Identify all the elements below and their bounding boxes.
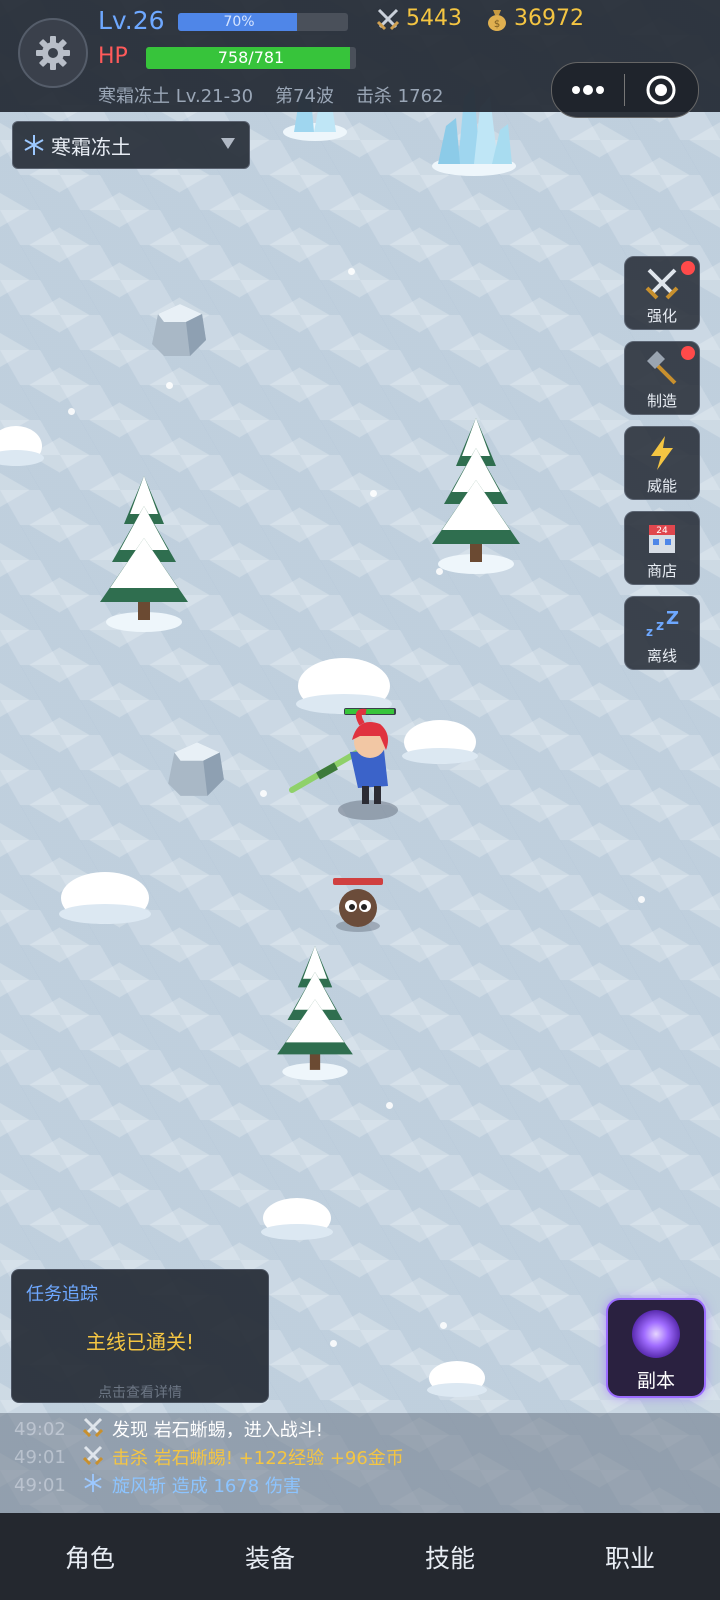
log-time: 49:02: [14, 1418, 66, 1440]
frozen-rock: [152, 304, 206, 356]
snowflake-icon: [24, 135, 44, 155]
log-line: 49:01 击杀 岩石蜥蜴! +122经验 +96金币: [0, 1443, 720, 1471]
gear-icon: [36, 36, 70, 70]
svg-text:24: 24: [656, 526, 668, 536]
swords-icon: [645, 268, 679, 300]
tab-equipment[interactable]: 装备: [180, 1513, 360, 1600]
xp-percent-text: 70%: [223, 14, 255, 30]
tab-character[interactable]: 角色: [0, 1513, 180, 1600]
craft-button[interactable]: 制造: [624, 341, 700, 415]
snow-mound: [261, 1198, 333, 1240]
quest-tracker-panel[interactable]: 任务追踪 主线已通关! 点击查看详情: [11, 1269, 269, 1403]
target-circle-icon: [646, 75, 676, 105]
quest-status-message: 主线已通关!: [85, 1330, 195, 1354]
offline-button[interactable]: z z Z 离线: [624, 596, 700, 670]
snow-mound: [59, 872, 151, 924]
log-time: 49:01: [14, 1446, 66, 1468]
hp-text: 758/781: [217, 48, 285, 67]
snowflake-particle: [348, 268, 355, 275]
player-level: Lv.26: [98, 6, 165, 35]
snowflake-icon: [80, 1473, 106, 1498]
snow-mound: [0, 426, 44, 466]
gold-stat: $ 36972: [486, 6, 584, 31]
hp-bar: 758/781: [146, 47, 356, 69]
power-icon-wrap: [625, 435, 699, 471]
snowflake-particle: [68, 408, 75, 415]
power-label: 威能: [646, 477, 677, 495]
kill-counter: 击杀 1762: [355, 86, 444, 107]
log-text: 旋风斩 造成 1678 伤害: [112, 1476, 301, 1497]
lightning-icon: [651, 436, 673, 470]
money-bag-icon: $: [488, 9, 506, 31]
snowy-pine-tree: [100, 476, 188, 632]
gold-value: 36972: [514, 6, 584, 31]
zone-name-level: 寒霜冻土 Lv.21-30: [98, 86, 254, 107]
zone-selector-label: 寒霜冻土: [51, 134, 131, 159]
shop-icon: 24: [649, 525, 675, 553]
notification-badge: [681, 261, 695, 275]
swords-icon: [80, 1445, 106, 1470]
snowflake-particle: [386, 1102, 393, 1109]
hero-character[interactable]: [288, 706, 408, 824]
snow-mound: [427, 1361, 487, 1397]
sleep-icon: z z Z: [646, 608, 679, 639]
svg-text:Z: Z: [666, 608, 679, 629]
offline-icon-wrap: z z Z: [625, 605, 699, 641]
svg-text:$: $: [494, 19, 500, 30]
frozen-rock: [168, 742, 224, 796]
snowflake-particle: [440, 1322, 447, 1329]
log-text: 发现 岩石蜥蜴，进入战斗!: [112, 1420, 323, 1441]
shop-icon-wrap: 24: [625, 520, 699, 556]
dungeon-button[interactable]: 副本: [606, 1298, 706, 1398]
quest-detail-hint: 点击查看详情: [98, 1385, 182, 1401]
snowflake-particle: [166, 382, 173, 389]
snowflake-particle: [370, 490, 377, 497]
tab-class[interactable]: 职业: [540, 1513, 720, 1600]
hammer-icon: [647, 351, 677, 385]
hp-label: HP: [98, 44, 128, 69]
settings-button[interactable]: [18, 18, 88, 88]
shop-button[interactable]: 24 商店: [624, 511, 700, 585]
bottom-nav: 角色 装备 技能 职业: [0, 1513, 720, 1600]
svg-text:z: z: [646, 625, 653, 639]
log-text: 击杀 岩石蜥蜴! +122经验 +96金币: [112, 1448, 404, 1469]
mini-program-capsule: [551, 62, 699, 118]
zone-selector-dropdown[interactable]: 寒霜冻土: [12, 121, 250, 169]
log-line: 49:01 旋风斩 造成 1678 伤害: [0, 1471, 720, 1499]
snowflake-particle: [638, 896, 645, 903]
rock-lizard-enemy[interactable]: [330, 878, 386, 934]
wave-counter: 第74波: [275, 86, 334, 107]
attack-value: 5443: [406, 6, 462, 31]
notification-badge: [681, 346, 695, 360]
dungeon-label: 副本: [636, 1370, 675, 1392]
snowflake-particle: [260, 790, 267, 797]
power-button[interactable]: 威能: [624, 426, 700, 500]
snow-mound: [402, 720, 478, 764]
close-mini-program-button[interactable]: [625, 63, 697, 117]
more-menu-button[interactable]: [552, 63, 624, 117]
log-line: 49:02 发现 岩石蜥蜴，进入战斗!: [0, 1415, 720, 1443]
enhance-label: 强化: [646, 307, 677, 325]
zone-info: 寒霜冻土 Lv.21-30 第74波 击杀 1762: [98, 82, 443, 108]
tab-skills[interactable]: 技能: [360, 1513, 540, 1600]
svg-text:z: z: [656, 618, 664, 634]
more-dots-icon: [572, 85, 604, 95]
snowy-pine-tree: [277, 946, 353, 1081]
dropdown-arrow-icon: [221, 138, 235, 149]
enhance-button[interactable]: 强化: [624, 256, 700, 330]
swords-icon: [376, 8, 400, 30]
craft-label: 制造: [646, 392, 677, 410]
quest-tracker-title: 任务追踪: [26, 1284, 98, 1305]
attack-stat: 5443: [376, 6, 462, 31]
xp-bar: 70%: [178, 13, 348, 31]
offline-label: 离线: [646, 647, 677, 665]
combat-log: 49:02 发现 岩石蜥蜴，进入战斗! 49:01 击杀 岩石蜥蜴! +122经…: [0, 1413, 720, 1513]
snowy-pine-tree: [432, 418, 520, 574]
snowflake-particle: [330, 1340, 337, 1347]
vortex-icon: [632, 1310, 680, 1358]
log-time: 49:01: [14, 1474, 66, 1496]
swords-icon: [80, 1417, 106, 1442]
shop-label: 商店: [646, 562, 677, 580]
